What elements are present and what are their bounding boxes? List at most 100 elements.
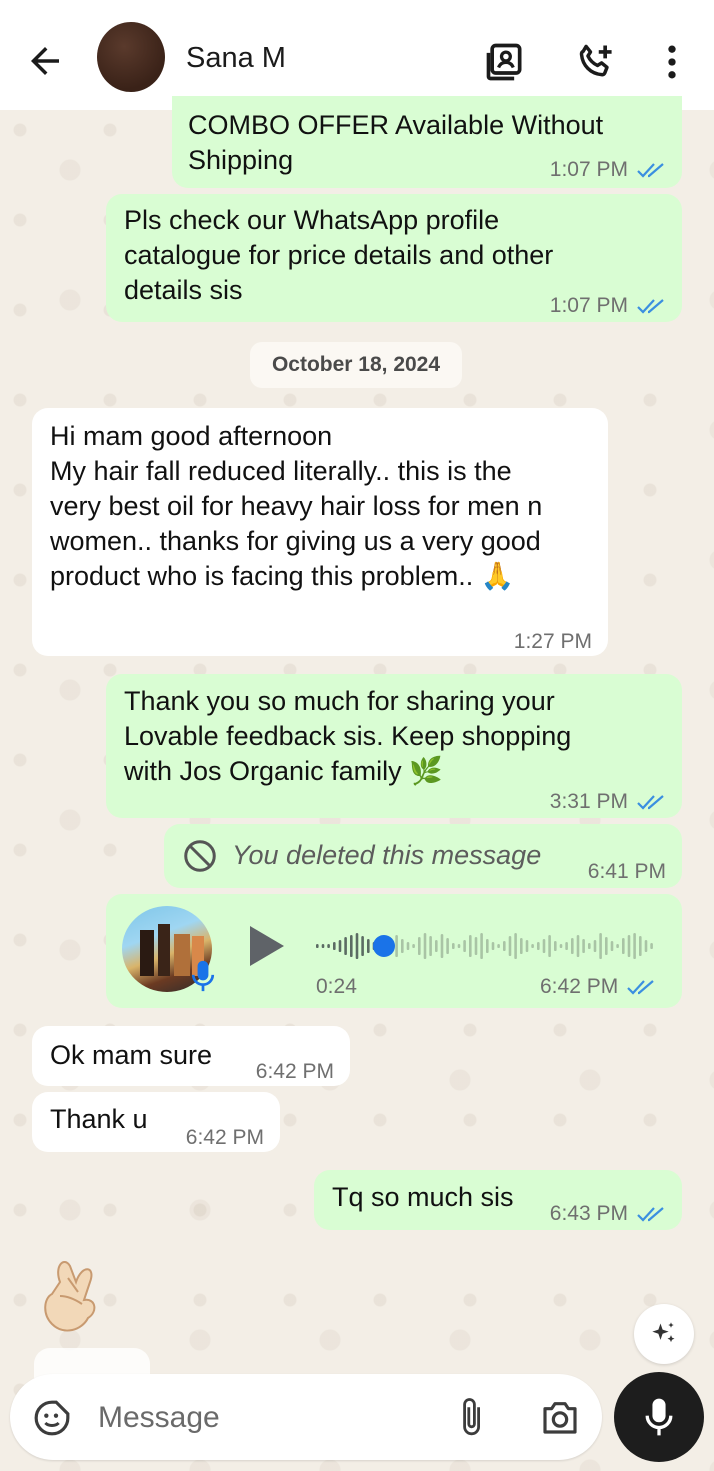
message-bubble-incoming[interactable]: Thank u 6:42 PM (32, 1092, 280, 1152)
waveform-bar (593, 940, 597, 952)
message-text: Tq so much sis (332, 1182, 514, 1212)
waveform-bar (446, 938, 449, 954)
message-text: Ok mam sure (50, 1040, 213, 1070)
waveform-bar (559, 944, 563, 948)
waveform-bar (588, 943, 591, 949)
waveform-bar (327, 944, 330, 948)
waveform-bar (355, 933, 359, 959)
message-meta: 6:42 PM (186, 1120, 264, 1155)
waveform-bar (429, 936, 432, 956)
waveform-bar (412, 944, 415, 948)
deleted-message-bubble[interactable]: You deleted this message 6:41 PM (164, 824, 682, 888)
waveform-bar (520, 938, 523, 954)
message-time: 6:43 PM (549, 1202, 628, 1225)
ai-sparkle-button[interactable] (634, 1304, 694, 1364)
waveform-bar (503, 941, 506, 951)
message-text: Thank u (50, 1104, 148, 1134)
voice-duration: 0:24 (316, 975, 357, 998)
contact-card-icon[interactable] (483, 40, 527, 84)
play-icon[interactable] (246, 924, 286, 968)
waveform-bar (599, 933, 602, 959)
contact-name[interactable]: Sana M (186, 42, 286, 75)
message-bubble-incoming[interactable]: Ok mam sure 6:42 PM (32, 1026, 350, 1086)
message-time: 6:42 PM (255, 1060, 334, 1083)
waveform-bar (639, 936, 642, 956)
deleted-icon (184, 840, 216, 872)
waveform-bar (537, 942, 540, 950)
waveform-bar (610, 941, 614, 951)
waveform-bar (474, 937, 478, 955)
waveform-bar (650, 943, 653, 949)
read-ticks-icon (637, 162, 664, 178)
attach-icon[interactable] (456, 1396, 490, 1438)
avatar[interactable] (97, 22, 165, 92)
read-ticks-icon (627, 980, 654, 995)
waveform-bar (616, 944, 619, 948)
waveform-bar (406, 942, 410, 950)
message-meta: 6:42 PM (540, 975, 656, 999)
waveform-bar (457, 944, 461, 948)
waveform-bar (338, 940, 342, 952)
waveform-bar (463, 940, 466, 952)
message-composer (10, 1374, 602, 1460)
waveform-bar (542, 939, 546, 953)
camera-icon[interactable] (540, 1398, 580, 1436)
voice-record-button[interactable] (614, 1372, 704, 1462)
mic-icon (645, 1398, 673, 1436)
waveform-bar (497, 944, 500, 948)
waveform-bar (565, 942, 568, 950)
read-ticks-icon (637, 794, 664, 810)
waveform-bar (525, 940, 529, 952)
message-time: 1:27 PM (513, 630, 592, 653)
waveform-bar (644, 940, 648, 952)
waveform-bar (367, 939, 370, 953)
message-bubble-outgoing[interactable]: Pls check our WhatsApp profile catalogue… (106, 194, 682, 322)
call-add-icon[interactable] (574, 40, 618, 84)
message-meta: 6:43 PM (550, 1196, 666, 1231)
sticker-icon[interactable] (32, 1398, 72, 1438)
waveform-bar (582, 939, 585, 953)
message-text: Hi mam good afternoon My hair fall reduc… (50, 421, 543, 591)
waveform-bar (514, 933, 517, 959)
waveform-bar (531, 944, 534, 948)
waveform-bar (418, 937, 421, 955)
message-meta: 1:27 PM (514, 624, 592, 659)
back-arrow-icon[interactable] (24, 40, 66, 82)
message-bubble-outgoing[interactable]: Thank you so much for sharing your Lovab… (106, 674, 682, 818)
voice-waveform[interactable] (316, 925, 656, 967)
mic-badge-icon (191, 960, 215, 992)
more-vert-icon[interactable] (650, 40, 694, 84)
message-bubble-incoming[interactable]: Hi mam good afternoon My hair fall reduc… (32, 408, 608, 656)
waveform-bar (480, 933, 483, 959)
message-time: 6:42 PM (185, 1126, 264, 1149)
waveform-bar (554, 941, 557, 951)
waveform-bar (469, 935, 472, 957)
message-meta: 6:42 PM (256, 1054, 334, 1089)
read-ticks-icon (637, 298, 664, 314)
deleted-message-text: You deleted this message (232, 840, 542, 870)
waveform-bar (605, 937, 608, 955)
chat-header: Sana M (0, 0, 714, 110)
waveform-bar (627, 935, 631, 957)
waveform-bar (486, 939, 489, 953)
message-meta: 6:41 PM (588, 854, 666, 889)
crossed-fingers-emoji[interactable] (38, 1252, 104, 1336)
message-meta: 3:31 PM (550, 784, 666, 819)
waveform-bar (344, 937, 347, 955)
message-meta: 1:07 PM (550, 152, 666, 187)
message-time: 6:41 PM (587, 860, 666, 883)
waveform-bar (508, 936, 512, 956)
waveform-bar (395, 935, 398, 957)
message-bubble-outgoing[interactable]: COMBO OFFER Available Without Shipping 1… (172, 96, 682, 188)
message-time: 1:07 PM (549, 158, 628, 181)
waveform-bar (452, 943, 455, 949)
message-text: Thank you so much for sharing your Lovab… (124, 686, 572, 786)
message-input[interactable] (96, 1394, 430, 1442)
waveform-bar (633, 933, 636, 959)
waveform-bar (435, 940, 438, 952)
waveform-bar (440, 934, 444, 958)
waveform-bar (316, 944, 319, 948)
waveform-bar (333, 942, 336, 950)
message-bubble-outgoing[interactable]: Tq so much sis 6:43 PM (314, 1170, 682, 1230)
waveform-bar (491, 942, 495, 950)
